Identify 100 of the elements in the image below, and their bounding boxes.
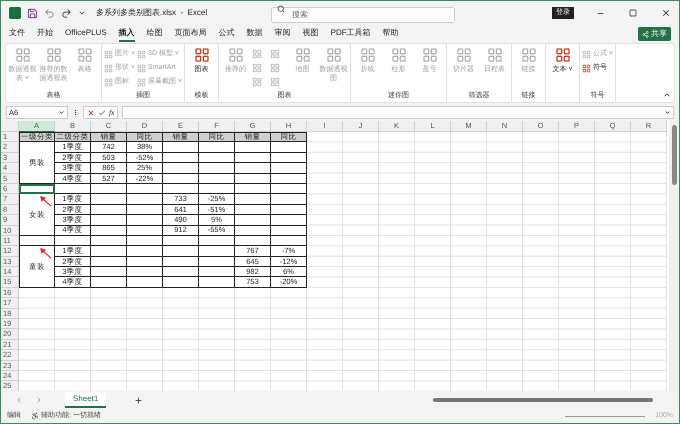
add-sheet-icon[interactable] [134,396,144,404]
table-cell [199,152,235,164]
chart-icon [252,77,262,87]
more-icon [72,109,79,116]
menu-tab[interactable]: 视图 [302,26,319,42]
table-cell [199,236,235,246]
grid-icon [104,64,113,72]
formula-field[interactable] [122,106,674,119]
table-cell [91,215,127,226]
table-cell [235,215,271,226]
selected-cell[interactable] [19,184,55,194]
menu-tab[interactable]: OfficePLUS [65,26,107,42]
table-cell [127,246,163,257]
table-cell [91,226,127,236]
chart-icon [270,49,280,59]
table-cell [127,194,163,205]
table-cell [55,236,91,246]
share-button[interactable]: 共享 [638,27,671,41]
table-cell [199,142,235,153]
menu-tab[interactable]: 帮助 [382,26,399,42]
table-cell [235,204,271,216]
menu-tab[interactable]: 公式 [218,26,235,42]
grid-icon [520,47,537,63]
table-cell [91,204,127,216]
dropdown-icon [58,109,65,116]
grid-icon [228,47,244,63]
table-cell [271,174,307,184]
table-cell [271,142,307,153]
table-cell [199,184,235,194]
grid-icon [137,78,146,86]
maximize-icon[interactable] [629,9,637,17]
table-cell [55,184,91,194]
table-cell [235,163,271,174]
sheet-tab[interactable]: Sheet1 [65,392,106,408]
share-icon [642,30,649,38]
redo-icon[interactable] [61,8,72,18]
menu-tab[interactable]: PDF工具箱 [330,26,371,42]
enter-icon[interactable] [98,108,106,116]
grid-icon [582,64,592,72]
table-cell [91,246,127,257]
grid-icon [14,47,30,63]
grid-icon [486,47,503,63]
table-cell [235,226,271,236]
cancel-icon[interactable] [87,108,95,116]
table-cell [199,267,235,278]
table-cell [91,236,127,246]
grid-icon [582,50,592,58]
table-cell [235,236,271,246]
menu-tab[interactable]: 页面布局 [174,26,207,42]
close-icon[interactable] [661,8,671,18]
next-sheet-icon[interactable] [35,396,43,404]
table-cell [91,267,127,278]
collapse-ribbon-icon[interactable] [663,91,671,99]
expand-icon [664,109,671,116]
table-cell [163,236,199,246]
vertical-scrollbar[interactable] [669,121,679,391]
chart-icon [270,63,280,73]
table-cell [235,194,271,205]
previous-sheet-icon[interactable] [15,396,23,404]
table-cell [163,184,199,194]
table-cell [91,277,127,288]
table-cell [235,184,271,194]
grid-icon [390,47,407,63]
table-cell [199,277,235,288]
grid-icon [194,47,210,63]
search-icon [277,5,286,13]
menu-tab[interactable]: 绘图 [146,26,163,42]
undo-icon[interactable] [44,8,55,18]
search-field[interactable]: 搜索 [271,6,456,22]
grid-icon [456,47,472,63]
table-cell [127,204,163,216]
table-cell [127,267,163,278]
table-cell [163,174,199,184]
table-cell [91,256,127,268]
table-cell [199,163,235,174]
menu-tab[interactable]: 文件 [9,26,25,42]
grid-icon [326,47,342,63]
arrow-icon [40,248,52,259]
table-cell [271,215,307,226]
table-cell [163,163,199,174]
customize-icon[interactable] [78,9,86,17]
table-cell [163,152,199,164]
table-cell [163,142,199,153]
menu-tab[interactable]: 开始 [37,26,53,42]
grid-icon [554,47,571,63]
table-cell [271,152,307,164]
chart-icon [270,77,280,87]
table-cell [235,142,271,153]
save-icon[interactable] [27,8,38,18]
excel-logo-icon [9,7,21,19]
chart-icon [252,63,262,73]
grid-icon [360,47,376,63]
table-cell [163,256,199,268]
table-cell [199,246,235,257]
menu-tab[interactable]: 审阅 [274,26,291,42]
menu-tab[interactable]: 数据 [246,26,263,42]
table-cell [91,184,127,194]
window-title: 多系列多类别图表.xlsx - Excel [96,7,208,19]
grid-icon [104,50,113,58]
grid-icon [104,78,113,86]
